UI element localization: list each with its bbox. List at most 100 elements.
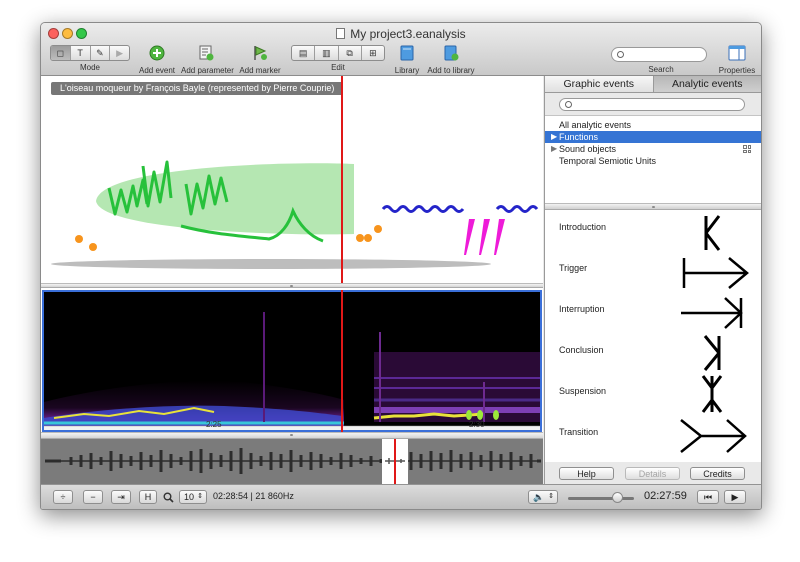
- add-parameter-label: Add parameter: [181, 66, 234, 75]
- select-tool-icon[interactable]: ◻: [51, 46, 71, 60]
- grid-view-icon[interactable]: [743, 145, 751, 153]
- mode-segmented: ◻ T ✎ ▶: [50, 45, 130, 61]
- spectrogram[interactable]: 2:25 2:30: [42, 290, 542, 432]
- credits-button[interactable]: Credits: [690, 467, 745, 480]
- disclosure-triangle-icon[interactable]: ▶: [551, 131, 557, 143]
- score-drawing: [51, 160, 539, 269]
- window-title-text: My project3.eanalysis: [350, 27, 466, 41]
- function-suspension-label: Suspension: [559, 386, 607, 396]
- magenta-spike: [464, 219, 475, 255]
- app-window: My project3.eanalysis ◻ T ✎ ▶ Mode Add e…: [40, 22, 762, 510]
- window-title: My project3.eanalysis: [41, 27, 761, 41]
- text-tool-icon[interactable]: T: [71, 46, 91, 60]
- playhead-spectrogram[interactable]: [341, 290, 343, 432]
- send-back-icon[interactable]: ▥: [315, 46, 339, 60]
- zoom-stepper[interactable]: 10 ⇕: [179, 490, 207, 504]
- panel-splitter[interactable]: [545, 203, 761, 210]
- position-readout: 02:28:54 | 21 860Hz: [213, 491, 294, 501]
- functions-palette: Introduction Trigger Interruption Conclu…: [545, 210, 761, 462]
- play-button[interactable]: ▶: [724, 490, 746, 504]
- library-label: Library: [394, 66, 420, 75]
- rewind-button[interactable]: ⏮: [697, 490, 719, 504]
- jump-to-playhead-button[interactable]: ⇥: [111, 490, 131, 504]
- zoom-out-button[interactable]: −: [83, 490, 103, 504]
- gray-ground-shape: [51, 259, 491, 269]
- search-input[interactable]: [611, 47, 707, 62]
- tree-item-label: Temporal Semiotic Units: [559, 156, 657, 166]
- tree-item-temporal-semiotic-units[interactable]: Temporal Semiotic Units: [545, 155, 761, 167]
- chevron-updown-icon: ⇕: [548, 493, 554, 500]
- graphic-score[interactable]: L'oiseau moqueur by François Bayle (repr…: [41, 76, 543, 283]
- play-icon: ▶: [731, 492, 739, 502]
- minus-icon: −: [90, 492, 96, 502]
- spectrogram-splitter[interactable]: [41, 432, 543, 439]
- function-trigger-label: Trigger: [559, 263, 588, 273]
- tree-item-label: Functions: [559, 132, 599, 142]
- volume-slider[interactable]: [568, 497, 634, 500]
- score-title: L'oiseau moqueur by François Bayle (repr…: [51, 82, 344, 95]
- stepper-arrows-icon[interactable]: ⇕: [197, 491, 203, 503]
- add-parameter-icon: [199, 45, 214, 61]
- conclusion-symbol[interactable]: [701, 334, 723, 372]
- edit-label: Edit: [331, 63, 345, 72]
- volume-menu[interactable]: 🔈 ⇕: [528, 490, 558, 504]
- fit-button[interactable]: ÷: [53, 490, 73, 504]
- bring-front-icon[interactable]: ▤: [292, 46, 316, 60]
- ungroup-icon[interactable]: ⊞: [362, 46, 384, 60]
- function-conclusion-label: Conclusion: [559, 345, 604, 355]
- volume-slider-knob[interactable]: [612, 492, 623, 503]
- fit-icon: ÷: [60, 492, 66, 502]
- search-label: Search: [648, 65, 674, 74]
- playhead-score[interactable]: [341, 76, 343, 283]
- skip-back-icon: ⏮: [703, 492, 713, 502]
- properties-label: Properties: [718, 66, 756, 75]
- magenta-spike: [494, 219, 505, 255]
- tree-item-label: All analytic events: [559, 120, 632, 130]
- function-transition-label: Transition: [559, 427, 599, 437]
- introduction-symbol[interactable]: [703, 214, 723, 252]
- waveform-image: [45, 439, 541, 484]
- add-parameter-button[interactable]: Add parameter: [181, 45, 234, 75]
- function-introduction-label: Introduction: [559, 222, 607, 232]
- library-button[interactable]: Library: [389, 45, 425, 75]
- add-event-label: Add event: [138, 66, 176, 75]
- waveform-overview[interactable]: [41, 439, 543, 484]
- tree-item-sound-objects[interactable]: ▶ Sound objects: [545, 143, 761, 155]
- play-tool-icon[interactable]: ▶: [110, 46, 129, 60]
- events-search-input[interactable]: [559, 98, 745, 111]
- add-to-library-button[interactable]: Add to library: [425, 45, 477, 75]
- document-icon: [336, 28, 346, 39]
- time-tick-label: 2:30: [469, 420, 485, 429]
- tree-item-functions[interactable]: ▶ Functions: [545, 131, 761, 143]
- orange-dot: [356, 234, 364, 242]
- transition-symbol[interactable]: [679, 418, 749, 454]
- add-event-icon: [149, 45, 165, 61]
- magnifier-icon: [163, 492, 174, 503]
- panel-buttons: Help Details Credits: [545, 464, 761, 484]
- interruption-symbol[interactable]: [679, 296, 745, 330]
- current-time: 02:27:59: [644, 490, 687, 502]
- playhead-waveform[interactable]: [394, 439, 396, 484]
- properties-button[interactable]: Properties: [715, 45, 759, 75]
- suspension-symbol[interactable]: [701, 374, 723, 414]
- orange-dot: [364, 234, 372, 242]
- score-splitter[interactable]: [41, 283, 543, 288]
- events-tree: All analytic events ▶ Functions ▶ Sound ob…: [545, 115, 761, 204]
- events-panel: Graphic events Analytic events All analy…: [544, 76, 761, 484]
- add-marker-button[interactable]: Add marker: [237, 45, 283, 75]
- zoom-value: 10: [184, 492, 195, 502]
- function-interruption-label: Interruption: [559, 304, 605, 314]
- h-button[interactable]: H: [139, 490, 157, 504]
- tab-analytic-events[interactable]: Analytic events: [653, 76, 761, 92]
- help-button[interactable]: Help: [559, 467, 614, 480]
- pen-tool-icon[interactable]: ✎: [91, 46, 111, 60]
- details-button[interactable]: Details: [625, 467, 680, 480]
- jump-icon: ⇥: [117, 492, 125, 502]
- add-event-button[interactable]: Add event: [137, 45, 177, 75]
- tree-item-all[interactable]: All analytic events: [545, 119, 761, 131]
- library-icon: [400, 45, 414, 61]
- trigger-symbol[interactable]: [681, 256, 751, 290]
- disclosure-triangle-icon[interactable]: ▶: [551, 143, 557, 155]
- group-icon[interactable]: ⧉: [339, 46, 362, 60]
- tab-graphic-events[interactable]: Graphic events: [545, 76, 654, 92]
